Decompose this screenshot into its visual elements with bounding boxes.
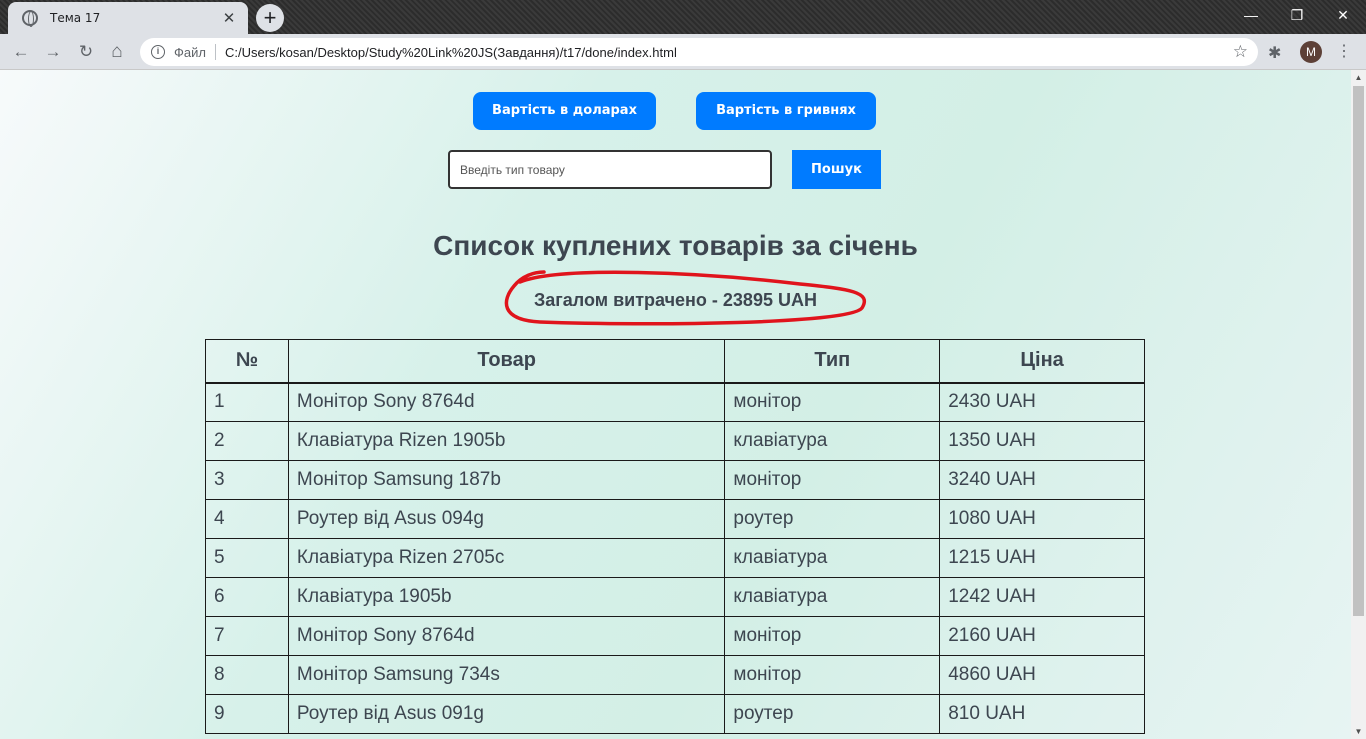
scroll-down-arrow-icon[interactable]: ▼: [1351, 724, 1366, 739]
title-bar: Тема 17 ✕ + — ❐ ✕: [0, 0, 1366, 34]
page-viewport: Вартість в доларах Вартість в гривнях По…: [0, 70, 1351, 739]
table-row: 1 Монітор Sony 8764d монітор 2430 UAH: [205, 382, 1145, 422]
extensions-icon[interactable]: ✱: [1268, 43, 1281, 63]
divider: [214, 44, 216, 60]
cell-product: Монітор Samsung 734s: [287, 655, 726, 695]
cell-product: Роутер від Asus 094g: [287, 499, 726, 539]
cell-type: клавіатура: [724, 538, 941, 578]
cell-price: 1350 UAH: [939, 421, 1145, 461]
cell-number: 6: [205, 577, 289, 617]
cell-type: клавіатура: [724, 577, 941, 617]
usd-price-button[interactable]: Вартість в доларах: [473, 92, 656, 130]
table-row: 6 Клавіатура 1905b клавіатура 1242 UAH: [205, 577, 1145, 617]
scroll-up-arrow-icon[interactable]: ▲: [1351, 70, 1366, 85]
browser-menu-icon[interactable]: ⋮: [1334, 42, 1354, 62]
cell-price: 1242 UAH: [939, 577, 1145, 617]
cell-product: Монітор Samsung 187b: [287, 460, 726, 500]
tab-title: Тема 17: [50, 11, 101, 25]
cell-type: монітор: [724, 460, 941, 500]
header-number: №: [205, 339, 289, 384]
table-row: 4 Роутер від Asus 094g роутер 1080 UAH: [205, 499, 1145, 539]
browser-toolbar: ← → ↻ ⌂ i Файл C:/Users/kosan/Desktop/St…: [0, 34, 1366, 70]
window-close-button[interactable]: ✕: [1320, 0, 1366, 30]
cell-type: роутер: [724, 694, 941, 734]
total-spent: Загалом витрачено - 23895 UAH: [534, 290, 817, 310]
address-bar[interactable]: i Файл C:/Users/kosan/Desktop/Study%20Li…: [140, 38, 1258, 66]
bookmark-star-icon[interactable]: ☆: [1233, 42, 1248, 62]
cell-product: Роутер від Asus 091g: [287, 694, 726, 734]
table-row: 3 Монітор Samsung 187b монітор 3240 UAH: [205, 460, 1145, 500]
cell-number: 2: [205, 421, 289, 461]
cell-number: 9: [205, 694, 289, 734]
cell-number: 1: [205, 382, 289, 422]
cell-number: 7: [205, 616, 289, 656]
cell-product: Клавіатура 1905b: [287, 577, 726, 617]
cell-price: 2430 UAH: [939, 382, 1145, 422]
search-button[interactable]: Пошук: [792, 150, 881, 189]
tab-close-icon[interactable]: ✕: [220, 9, 238, 27]
cell-type: монітор: [724, 616, 941, 656]
cell-price: 2160 UAH: [939, 616, 1145, 656]
vertical-scrollbar[interactable]: ▲ ▼: [1351, 70, 1366, 739]
minimize-button[interactable]: —: [1228, 0, 1274, 30]
cell-price: 3240 UAH: [939, 460, 1145, 500]
globe-icon: [22, 10, 38, 27]
scrollbar-thumb[interactable]: [1353, 86, 1364, 616]
cell-number: 3: [205, 460, 289, 500]
table-row: 2 Клавіатура Rizen 1905b клавіатура 1350 UA…: [205, 421, 1145, 461]
cell-price: 810 UAH: [939, 694, 1145, 734]
search-input[interactable]: [448, 150, 772, 189]
table-row: 5 Клавіатура Rizen 2705c клавіатура 1215 UA…: [205, 538, 1145, 578]
cell-number: 4: [205, 499, 289, 539]
back-button[interactable]: ←: [8, 40, 34, 64]
restore-button[interactable]: ❐: [1274, 0, 1320, 30]
cell-product: Монітор Sony 8764d: [287, 616, 726, 656]
cell-product: Клавіатура Rizen 1905b: [287, 421, 726, 461]
header-type: Тип: [724, 339, 941, 384]
cell-number: 8: [205, 655, 289, 695]
cell-type: монітор: [724, 382, 941, 422]
table-row: 7 Монітор Sony 8764d монітор 2160 UAH: [205, 616, 1145, 656]
goods-table: № Товар Тип Ціна 1 Монітор Sony 8764d моні…: [205, 339, 1145, 734]
home-button[interactable]: ⌂: [104, 40, 130, 64]
cell-number: 5: [205, 538, 289, 578]
url-text[interactable]: C:/Users/kosan/Desktop/Study%20Link%20JS…: [225, 45, 1233, 60]
table-row: 8 Монітор Samsung 734s монітор 4860 UAH: [205, 655, 1145, 695]
cell-price: 1215 UAH: [939, 538, 1145, 578]
cell-type: монітор: [724, 655, 941, 695]
cell-price: 4860 UAH: [939, 655, 1145, 695]
info-icon[interactable]: i: [151, 45, 165, 59]
uah-price-button[interactable]: Вартість в гривнях: [696, 92, 876, 130]
table-header-row: № Товар Тип Ціна: [205, 339, 1145, 384]
cell-product: Монітор Sony 8764d: [287, 382, 726, 422]
new-tab-button[interactable]: +: [256, 4, 284, 32]
cell-price: 1080 UAH: [939, 499, 1145, 539]
header-price: Ціна: [939, 339, 1145, 384]
cell-product: Клавіатура Rizen 2705c: [287, 538, 726, 578]
profile-avatar[interactable]: M: [1300, 41, 1322, 63]
table-row: 9 Роутер від Asus 091g роутер 810 UAH: [205, 694, 1145, 734]
browser-tab[interactable]: Тема 17 ✕: [8, 2, 248, 34]
cell-type: роутер: [724, 499, 941, 539]
cell-type: клавіатура: [724, 421, 941, 461]
page-title: Список куплених товарів за січень: [433, 230, 918, 261]
forward-button[interactable]: →: [40, 40, 66, 64]
header-product: Товар: [287, 339, 726, 384]
reload-button[interactable]: ↻: [73, 40, 99, 64]
scheme-label: Файл: [174, 44, 206, 60]
